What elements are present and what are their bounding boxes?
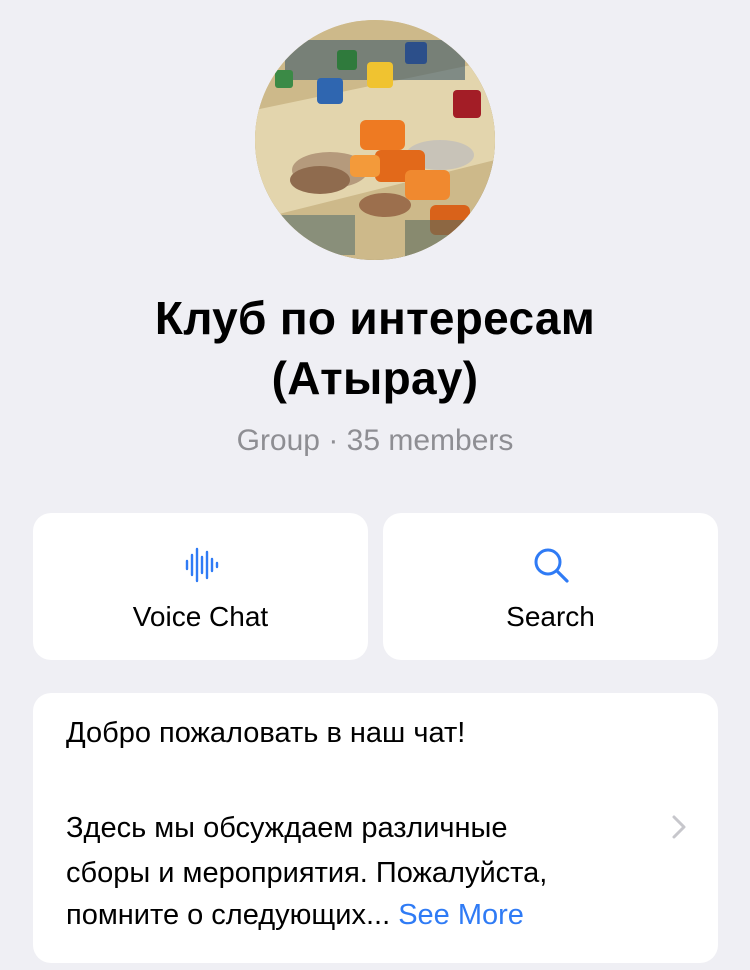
search-button[interactable]: Search (383, 513, 718, 660)
group-title-line1: Клуб по интересам (154, 292, 596, 344)
group-avatar[interactable] (255, 20, 495, 260)
description-line-2: Здесь мы обсуждаем различные (66, 812, 508, 844)
voice-chat-button[interactable]: Voice Chat (33, 513, 368, 660)
group-info-page: Клуб по интересам (Атырау) Group · 35 me… (0, 0, 750, 970)
group-subtitle: Group · 35 members (236, 424, 514, 457)
waveform-icon (181, 543, 221, 587)
voice-chat-label: Voice Chat (132, 601, 269, 632)
search-icon (531, 543, 571, 587)
description-line-1: Добро пожаловать в наш чат! (66, 717, 466, 749)
description-line-4-text: помните о следующих... (66, 899, 391, 931)
search-label: Search (506, 601, 595, 632)
description-line-3: сборы и мероприятия. Пожалуйста, (66, 857, 548, 889)
group-title: Клуб по интересам (Атырау) (0, 288, 750, 408)
group-description[interactable]: Добро пожаловать в наш чат! Здесь мы обс… (33, 693, 718, 963)
group-title-line2: (Атырау) (271, 352, 479, 404)
board-game-image (255, 20, 495, 260)
description-line-4: помните о следующих... See More (66, 893, 524, 937)
chevron-right-icon[interactable] (670, 813, 688, 846)
see-more-link[interactable]: See More (398, 899, 524, 931)
